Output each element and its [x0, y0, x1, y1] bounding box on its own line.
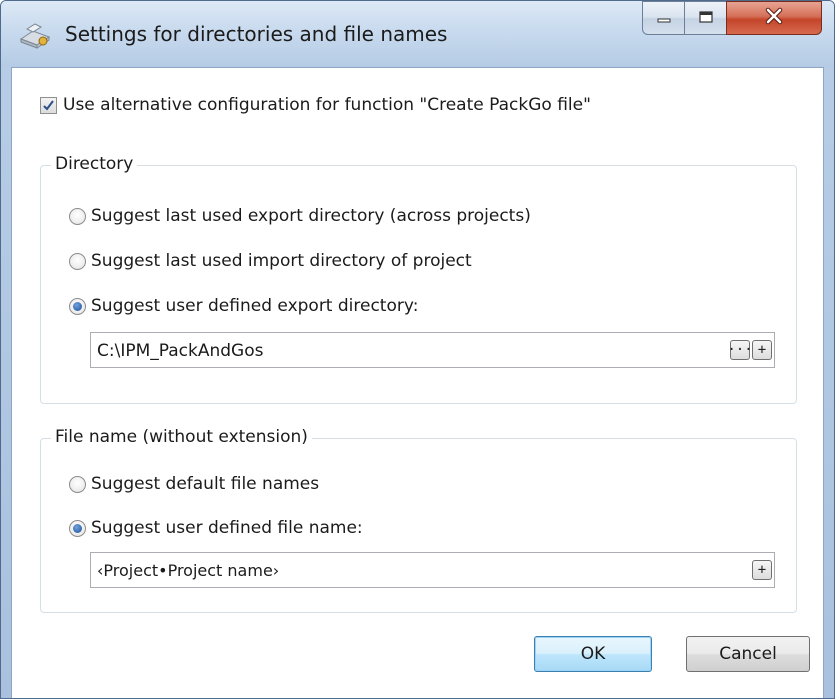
filename-group-title: File name (without extension): [51, 427, 312, 447]
settings-package-icon: [19, 21, 51, 49]
radio-user-defined-file-name[interactable]: Suggest user defined file name:: [69, 518, 363, 538]
file-name-field[interactable]: ‹Project•Project name› +: [90, 552, 775, 588]
export-directory-value: C:\IPM_PackAndGos: [97, 341, 264, 361]
title-bar[interactable]: Settings for directories and file names: [1, 1, 834, 67]
radio-user-defined-dir[interactable]: Suggest user defined export directory:: [69, 296, 418, 316]
radio-button[interactable]: [69, 475, 86, 493]
settings-dialog: Settings for directories and file names: [0, 0, 835, 699]
radio-last-export-dir[interactable]: Suggest last used export directory (acro…: [69, 206, 531, 226]
directory-group: Directory Suggest last used export direc…: [40, 154, 797, 404]
directory-group-title: Directory: [51, 154, 138, 174]
radio-label: Suggest default file names: [91, 474, 320, 494]
minimize-button[interactable]: [642, 1, 684, 35]
maximize-button[interactable]: [684, 1, 726, 35]
file-name-value: ‹Project•Project name›: [97, 561, 280, 580]
alt-config-checkbox[interactable]: [40, 96, 57, 114]
radio-last-import-dir[interactable]: Suggest last used import directory of pr…: [69, 251, 472, 271]
radio-label: Suggest last used export directory (acro…: [91, 206, 531, 226]
radio-button[interactable]: [69, 207, 86, 225]
maximize-icon: [698, 9, 714, 28]
ok-button[interactable]: OK: [534, 636, 652, 672]
caption-buttons: [642, 1, 822, 35]
insert-placeholder-button[interactable]: +: [752, 560, 772, 580]
filename-group: File name (without extension) Suggest de…: [40, 427, 797, 613]
alt-config-checkbox-row[interactable]: Use alternative configuration for functi…: [40, 95, 591, 115]
radio-button[interactable]: [69, 519, 86, 537]
radio-button[interactable]: [69, 252, 86, 270]
close-icon: [764, 7, 784, 29]
radio-default-file-names[interactable]: Suggest default file names: [69, 474, 319, 494]
radio-label: Suggest user defined export directory:: [91, 296, 419, 316]
export-directory-field[interactable]: C:\IPM_PackAndGos ··· +: [90, 332, 775, 368]
alt-config-label: Use alternative configuration for functi…: [63, 95, 591, 115]
radio-label: Suggest user defined file name:: [91, 518, 363, 538]
cancel-button[interactable]: Cancel: [686, 636, 810, 672]
checkmark-icon: [43, 99, 54, 111]
dialog-body: Use alternative configuration for functi…: [11, 67, 824, 698]
minimize-icon: [656, 9, 672, 28]
insert-placeholder-button[interactable]: +: [752, 340, 772, 360]
browse-button[interactable]: ···: [727, 340, 753, 360]
close-button[interactable]: [726, 1, 822, 35]
radio-button[interactable]: [69, 297, 86, 315]
radio-label: Suggest last used import directory of pr…: [91, 251, 472, 271]
window-title: Settings for directories and file names: [65, 22, 448, 46]
